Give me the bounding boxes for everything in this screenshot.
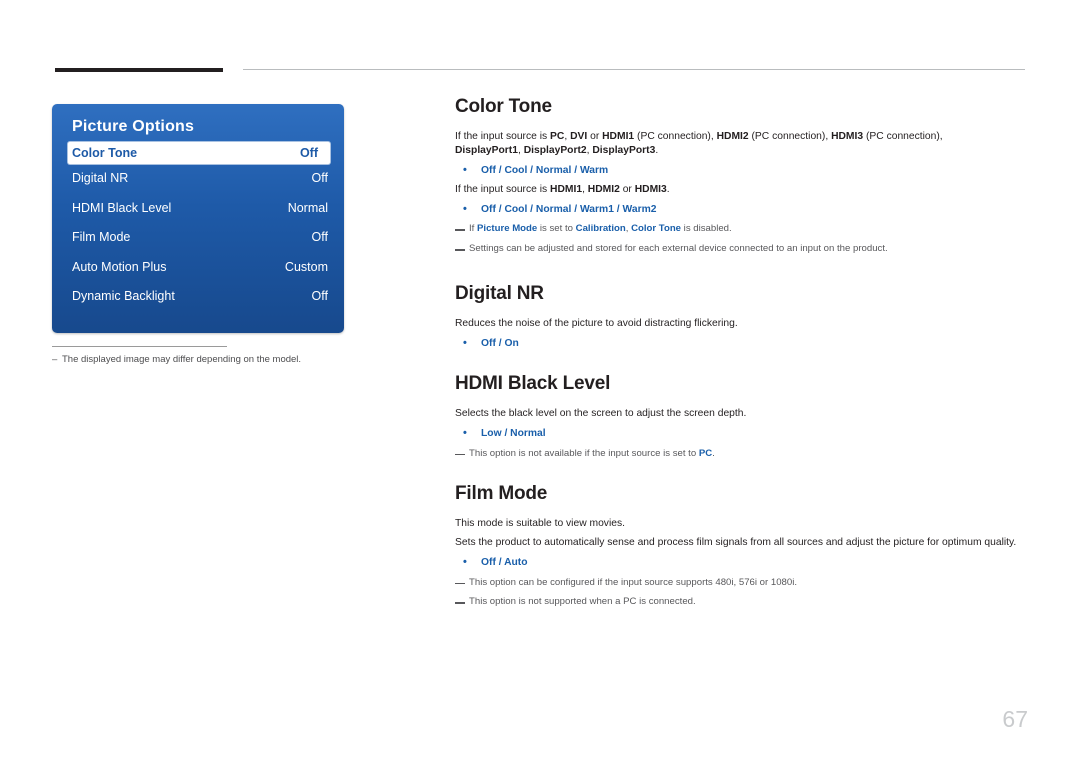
page-number: 67 bbox=[1002, 706, 1028, 732]
term-pc: PC bbox=[550, 131, 565, 142]
section-heading-color-tone: Color Tone bbox=[455, 96, 552, 117]
color-tone-options-2: Off / Cool / Normal / Warm1 / Warm2 bbox=[455, 202, 1025, 217]
header-rule-thick bbox=[55, 68, 223, 72]
color-tone-note-2: Settings can be adjusted and stored for … bbox=[455, 243, 1025, 256]
text-fragment: (PC connection), bbox=[748, 131, 832, 142]
term-color-tone: Color Tone bbox=[631, 223, 682, 235]
section-color-tone: Color Tone If the input source is PC, DV… bbox=[455, 96, 1025, 256]
text-fragment: is disabled. bbox=[681, 223, 732, 235]
menu-item-value: Normal bbox=[287, 200, 328, 215]
panel-note: – The displayed image may differ dependin… bbox=[52, 354, 352, 365]
text-fragment: or bbox=[587, 131, 603, 142]
text-fragment: . bbox=[655, 144, 659, 156]
film-mode-paragraph-1: This mode is suitable to view movies. bbox=[455, 517, 625, 529]
text-fragment: (PC connection), bbox=[863, 131, 943, 142]
hdmi-black-level-note: This option is not available if the inpu… bbox=[455, 448, 1025, 461]
menu-item-dynamic-backlight[interactable]: Dynamic Backlight Off bbox=[52, 282, 344, 312]
menu-item-value: Custom bbox=[284, 259, 328, 274]
panel-note-divider bbox=[52, 346, 227, 347]
term-hdmi1: HDMI1 bbox=[602, 131, 635, 142]
color-tone-note-1: If Picture Mode is set to Calibration, C… bbox=[455, 223, 1025, 236]
section-digital-nr: Digital NR Reduces the noise of the pict… bbox=[455, 283, 1025, 351]
section-heading-digital-nr: Digital NR bbox=[455, 283, 544, 305]
menu-item-auto-motion-plus[interactable]: Auto Motion Plus Custom bbox=[52, 253, 344, 283]
term-dvi: DVI bbox=[570, 131, 588, 142]
film-mode-note-1: This option can be configured if the inp… bbox=[455, 577, 1025, 590]
color-tone-paragraph-2: If the input source is HDMI1, HDMI2 or H… bbox=[455, 183, 1025, 197]
menu-item-color-tone[interactable]: Color Tone Off bbox=[68, 142, 330, 164]
text-fragment: If the input source is bbox=[455, 183, 551, 195]
section-heading-hdmi-black-level: HDMI Black Level bbox=[455, 373, 611, 395]
text-fragment: This option is not available if the inpu… bbox=[469, 447, 699, 459]
term-picture-mode: Picture Mode bbox=[477, 223, 538, 235]
term-hdmi1: HDMI1 bbox=[550, 183, 583, 195]
menu-item-label: Auto Motion Plus bbox=[72, 259, 167, 274]
term-hdmi3: HDMI3 bbox=[831, 131, 864, 142]
digital-nr-options: Off / On bbox=[455, 336, 1025, 351]
menu-item-label: Color Tone bbox=[72, 146, 138, 160]
film-mode-paragraph-2: Sets the product to automatically sense … bbox=[455, 536, 1017, 548]
term-hdmi2: HDMI2 bbox=[587, 183, 620, 195]
text-fragment: is set to bbox=[537, 223, 576, 235]
digital-nr-paragraph: Reduces the noise of the picture to avoi… bbox=[455, 318, 738, 330]
term-calibration: Calibration bbox=[575, 223, 626, 235]
film-mode-note-2: This option is not supported when a PC i… bbox=[455, 596, 1025, 609]
menu-item-value: Off bbox=[311, 230, 328, 244]
term-displayport3: DisplayPort3 bbox=[592, 144, 656, 156]
hdmi-black-level-paragraph: Selects the black level on the screen to… bbox=[455, 408, 747, 420]
osd-menu-list: Color Tone Off Digital NR Off HDMI Black… bbox=[52, 142, 344, 312]
term-displayport1: DisplayPort1 bbox=[455, 144, 518, 156]
section-heading-film-mode: Film Mode bbox=[455, 482, 548, 504]
term-displayport2: DisplayPort2 bbox=[523, 144, 587, 156]
text-fragment: or bbox=[619, 183, 635, 195]
menu-item-value: Off bbox=[311, 289, 328, 303]
dash-glyph: – bbox=[52, 354, 58, 365]
hdmi-black-level-options: Low / Normal bbox=[455, 426, 1025, 441]
osd-menu-title: Picture Options bbox=[72, 118, 195, 135]
color-tone-paragraph-1: If the input source is PC, DVI or HDMI1 … bbox=[455, 130, 1025, 158]
term-hdmi3: HDMI3 bbox=[634, 183, 667, 195]
menu-item-value: Off bbox=[299, 146, 318, 160]
film-mode-options: Off / Auto bbox=[455, 555, 1025, 570]
text-fragment: If bbox=[469, 223, 477, 235]
header-rule-thin bbox=[243, 69, 1025, 70]
menu-item-label: HDMI Black Level bbox=[72, 200, 172, 215]
menu-item-hdmi-black-level[interactable]: HDMI Black Level Normal bbox=[52, 194, 344, 224]
text-fragment: If the input source is bbox=[455, 131, 551, 142]
menu-item-label: Film Mode bbox=[72, 230, 131, 244]
term-hdmi2: HDMI2 bbox=[716, 131, 749, 142]
content-column: Color Tone If the input source is PC, DV… bbox=[455, 96, 1025, 609]
menu-item-value: Off bbox=[311, 171, 328, 185]
menu-item-digital-nr[interactable]: Digital NR Off bbox=[52, 164, 344, 194]
menu-item-label: Digital NR bbox=[72, 171, 129, 185]
section-hdmi-black-level: HDMI Black Level Selects the black level… bbox=[455, 373, 1025, 461]
section-film-mode: Film Mode This mode is suitable to view … bbox=[455, 483, 1025, 610]
text-fragment: . bbox=[712, 447, 715, 459]
panel-note-text: The displayed image may differ depending… bbox=[62, 354, 302, 365]
term-pc: PC bbox=[698, 447, 713, 459]
text-fragment: (PC connection), bbox=[634, 131, 717, 142]
text-fragment: . bbox=[666, 183, 670, 195]
color-tone-options-1: Off / Cool / Normal / Warm bbox=[455, 163, 1025, 178]
osd-menu-panel: Picture Options Color Tone Off Digital N… bbox=[52, 104, 344, 333]
menu-item-label: Dynamic Backlight bbox=[72, 289, 175, 303]
menu-item-film-mode[interactable]: Film Mode Off bbox=[52, 223, 344, 253]
